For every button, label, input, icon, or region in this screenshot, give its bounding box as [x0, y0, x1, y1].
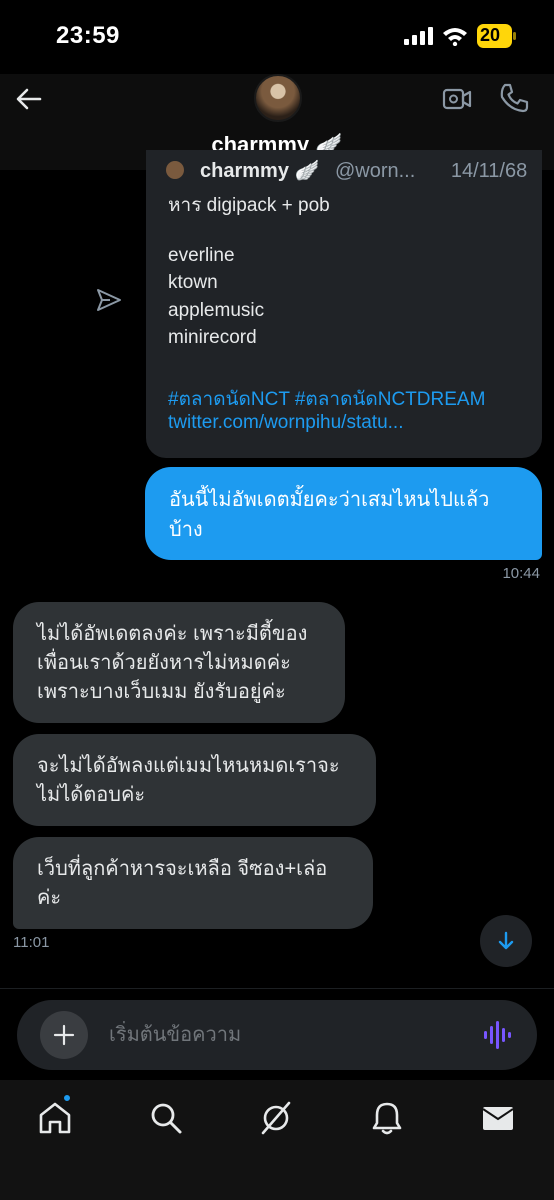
shared-post-line: ktown [168, 272, 218, 293]
avatar[interactable] [254, 74, 302, 122]
shared-post-line: everline [168, 245, 235, 266]
wifi-icon [443, 28, 467, 46]
home-notification-dot [62, 1093, 72, 1103]
shared-post-avatar [166, 161, 184, 179]
add-media-button[interactable] [40, 1011, 88, 1059]
search-icon[interactable] [148, 1100, 184, 1136]
bell-icon[interactable] [369, 1100, 405, 1136]
home-icon[interactable] [37, 1100, 73, 1136]
message-input[interactable] [109, 1021, 439, 1049]
video-call-icon[interactable] [442, 85, 472, 113]
mail-icon[interactable] [480, 1100, 516, 1136]
outgoing-message-time: 10:44 [502, 565, 540, 582]
voice-message-icon[interactable] [483, 1020, 513, 1050]
shared-post-author: charmmy 🪽 [200, 160, 320, 182]
message-composer [17, 1000, 537, 1070]
incoming-message[interactable]: จะไม่ได้อัพลงแต่เมมไหนหมดเราจะไม่ได้ตอบค… [13, 734, 376, 826]
signal-icon [404, 27, 433, 45]
shared-post-line: หาร digipack + pob [168, 195, 330, 216]
shared-post-card[interactable]: charmmy 🪽 @worn... 14/11/68 หาร digipack… [146, 150, 542, 458]
incoming-message[interactable]: ไม่ได้อัพเดตลงค่ะ เพราะมีตี้ของเพื่อนเรา… [13, 602, 345, 723]
shared-post-date: 14/11/68 [450, 160, 528, 182]
plus-icon [53, 1024, 75, 1046]
arrow-down-icon [498, 931, 514, 950]
battery-level: 20 [480, 25, 501, 45]
shared-post-line: minirecord [168, 327, 257, 348]
phone-icon[interactable] [498, 82, 530, 114]
outgoing-message[interactable]: อันนี้ไม่อัพเดตมั้ยคะว่าเสมไหนไปแล้วบ้าง [145, 467, 542, 560]
incoming-message[interactable]: เว็บที่ลูกค้าหารจะเหลือ จีซอง+เล่อค่ะ [13, 837, 373, 929]
bottom-tab-bar [0, 1080, 554, 1200]
incoming-message-time: 11:01 [13, 934, 50, 951]
grok-icon[interactable] [258, 1100, 294, 1136]
status-time: 23:59 [56, 22, 120, 49]
shared-post-handle: @worn... [334, 160, 416, 182]
shared-post-link[interactable]: twitter.com/wornpihu/statu... [168, 412, 404, 434]
shared-post-hashtags[interactable]: #ตลาดนัดNCT #ตลาดนัดNCTDREAM [168, 384, 485, 414]
status-bar: 23:59 20 [0, 0, 554, 74]
share-icon[interactable] [96, 288, 122, 312]
shared-post-line: applemusic [168, 300, 265, 321]
back-arrow-icon[interactable] [14, 84, 44, 114]
scroll-to-bottom-button[interactable] [480, 915, 532, 967]
shared-post-author-row: charmmy 🪽 @worn... 14/11/68 [166, 158, 527, 183]
